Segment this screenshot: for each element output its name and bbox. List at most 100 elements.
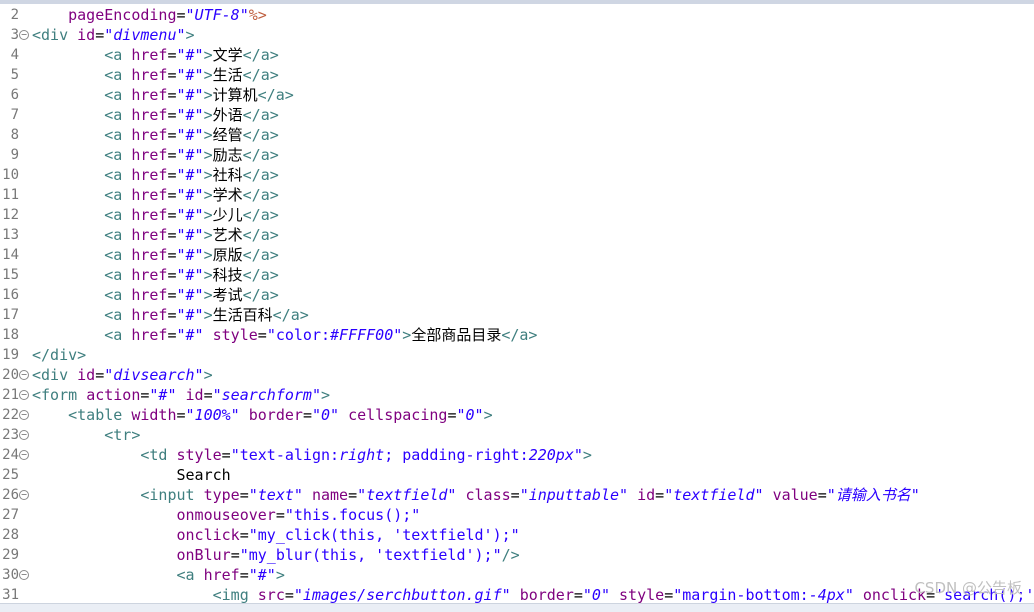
token-tag: <a — [104, 66, 123, 84]
horizontal-scrollbar[interactable] — [0, 603, 1034, 612]
token-val: "#" — [176, 286, 204, 304]
line-number: 4 — [10, 47, 19, 63]
code-line[interactable]: 17 <a href="#">生活百科</a> — [0, 305, 1034, 325]
code-line[interactable]: 11 <a href="#">学术</a> — [0, 185, 1034, 205]
fold-collapse-icon[interactable]: − — [19, 570, 29, 580]
code-line[interactable]: 29 onBlur="my_blur(this, 'textfield');"/… — [0, 545, 1034, 565]
token-val: "#" — [176, 66, 204, 84]
line-number: 9 — [10, 147, 19, 163]
code-line[interactable]: 7 <a href="#">外语</a> — [0, 105, 1034, 125]
code-line[interactable]: 21− <form action="#" id="searchform"> — [0, 385, 1034, 405]
token-attr: href — [131, 126, 168, 144]
token-punct: = — [167, 146, 177, 164]
token-attr: href — [131, 166, 168, 184]
token-attr: id — [185, 386, 204, 404]
fold-collapse-icon[interactable]: − — [19, 490, 29, 500]
token-sval: " — [573, 446, 583, 464]
token-val: "0" — [311, 406, 340, 424]
token-val: "textfield" — [357, 486, 457, 504]
code-line[interactable]: 16 <a href="#">考试</a> — [0, 285, 1034, 305]
token-tag: </a> — [242, 186, 279, 204]
token-tag: > — [203, 66, 213, 84]
token-attr: border — [519, 586, 574, 604]
line-number: 10 — [2, 167, 19, 183]
code-line[interactable]: 26− <input type="text" name="textfield" … — [0, 485, 1034, 505]
token-val: "text" — [248, 486, 303, 504]
line-number: 27 — [2, 507, 19, 523]
line-number: 18 — [2, 327, 19, 343]
token-punct: = — [167, 66, 177, 84]
line-content: pageEncoding="UTF-8"%> — [32, 5, 267, 25]
fold-collapse-icon[interactable]: − — [19, 430, 29, 440]
token-tag: <a — [104, 146, 123, 164]
token-tag: </a> — [272, 306, 309, 324]
token-attr: href — [131, 206, 168, 224]
code-line[interactable]: 2 pageEncoding="UTF-8"%> — [0, 5, 1034, 25]
token-val: "#" — [248, 566, 276, 584]
token-tag: > — [203, 166, 213, 184]
token-attr: href — [131, 186, 168, 204]
code-line[interactable]: 8 <a href="#">经管</a> — [0, 125, 1034, 145]
line-content: <table width="100%" border="0" cellspaci… — [32, 405, 492, 425]
token-tag: <a — [104, 226, 123, 244]
fold-collapse-icon[interactable]: − — [19, 410, 29, 420]
fold-collapse-icon[interactable]: − — [19, 390, 29, 400]
code-line[interactable]: 27 onmouseover="this.focus();" — [0, 505, 1034, 525]
code-line[interactable]: 28 onclick="my_click(this, 'textfield');… — [0, 525, 1034, 545]
line-content: <a href="#" style="color:#FFFF00">全部商品目录… — [32, 325, 537, 345]
code-line[interactable]: 22− <table width="100%" border="0" cells… — [0, 405, 1034, 425]
token-punct: = — [176, 406, 186, 424]
fold-collapse-icon[interactable]: − — [19, 450, 29, 460]
token-val: #FFFF00 — [330, 326, 394, 344]
code-line[interactable]: 20− <div id="divsearch"> — [0, 365, 1034, 385]
line-content: onBlur="my_blur(this, 'textfield');"/> — [32, 545, 520, 565]
code-area[interactable]: 2 pageEncoding="UTF-8"%> 3− <div id="divme… — [0, 5, 1034, 605]
token-punct: = — [167, 186, 177, 204]
fold-collapse-icon[interactable]: − — [19, 370, 29, 380]
token-sval: "my_blur(this, 'textfield');" — [239, 546, 502, 564]
fold-collapse-icon[interactable]: − — [19, 30, 29, 40]
code-line[interactable]: 13 <a href="#">艺术</a> — [0, 225, 1034, 245]
token-tag: > — [203, 266, 213, 284]
code-line[interactable]: 5 <a href="#">生活</a> — [0, 65, 1034, 85]
code-line[interactable]: 23− <tr> — [0, 425, 1034, 445]
token-sval: "this.focus();" — [284, 506, 421, 524]
code-line[interactable]: 9 <a href="#">励志</a> — [0, 145, 1034, 165]
code-line[interactable]: 18 <a href="#" style="color:#FFFF00">全部商… — [0, 325, 1034, 345]
code-line[interactable]: 25 Search — [0, 465, 1034, 485]
token-sval: " — [844, 586, 854, 604]
token-attr: id — [77, 366, 96, 384]
code-line[interactable]: 3− <div id="divmenu"> — [0, 25, 1034, 45]
token-tag: > — [203, 146, 213, 164]
code-line[interactable]: 15 <a href="#">科技</a> — [0, 265, 1034, 285]
code-line[interactable]: 30− <a href="#"> — [0, 565, 1034, 585]
token-txt: 原版 — [212, 246, 243, 264]
code-line[interactable]: 12 <a href="#">少儿</a> — [0, 205, 1034, 225]
code-editor[interactable]: 2 pageEncoding="UTF-8"%> 3− <div id="divme… — [0, 0, 1034, 612]
code-line[interactable]: 31 <img src="images/serchbutton.gif" bor… — [0, 585, 1034, 605]
code-line[interactable]: 24− <td style="text-align:right; padding… — [0, 445, 1034, 465]
code-line[interactable]: 4 <a href="#">文学</a> — [0, 45, 1034, 65]
code-line[interactable]: 10 <a href="#">社科</a> — [0, 165, 1034, 185]
code-line[interactable]: 14 <a href="#">原版</a> — [0, 245, 1034, 265]
token-tag: > — [275, 566, 285, 584]
token-val: "#" — [176, 146, 204, 164]
code-line[interactable]: 19 </div> — [0, 345, 1034, 365]
code-line[interactable]: 6 <a href="#">计算机</a> — [0, 85, 1034, 105]
token-attr: href — [131, 266, 168, 284]
